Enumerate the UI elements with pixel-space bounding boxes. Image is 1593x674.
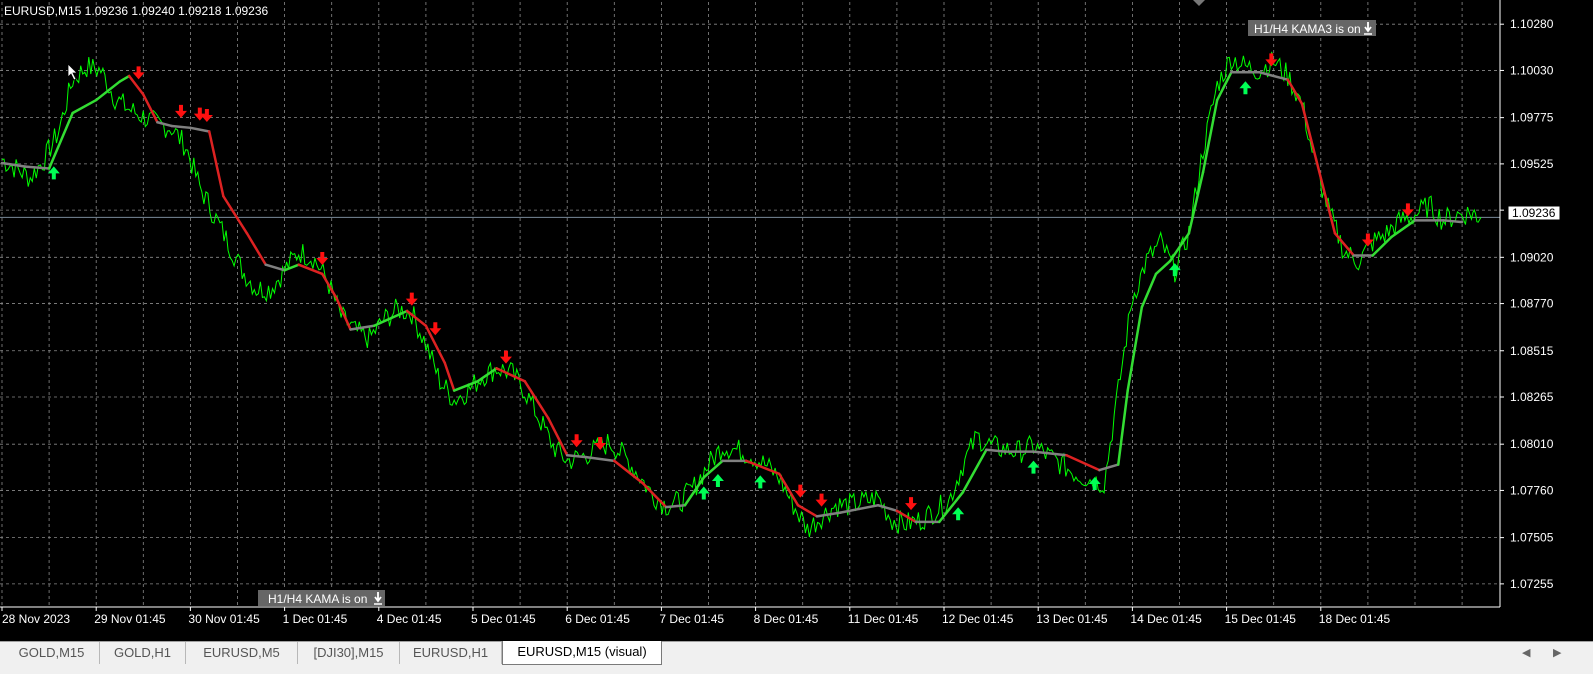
x-tick-label: 4 Dec 01:45: [377, 612, 442, 626]
x-tick-label: 6 Dec 01:45: [565, 612, 630, 626]
kama3-badge[interactable]: H1/H4 KAMA3 is on: [1248, 20, 1376, 36]
chart-tabbar: GOLD,M15 GOLD,H1 EURUSD,M5 [DJI30],M15 EURUS…: [0, 641, 1593, 674]
x-tick-label: 30 Nov 01:45: [188, 612, 260, 626]
x-tick-label: 8 Dec 01:45: [754, 612, 819, 626]
chart-window[interactable]: 1.102801.100301.097751.095251.092751.090…: [0, 0, 1593, 674]
chart-background: [0, 0, 1593, 641]
chart-header: EURUSD,M15 1.09236 1.09240 1.09218 1.092…: [4, 4, 269, 18]
tab-eurusd-h1[interactable]: EURUSD,H1: [400, 642, 502, 664]
kama3-badge-label: H1/H4 KAMA3 is on: [1254, 22, 1361, 36]
y-tick-label: 1.09775: [1510, 111, 1554, 125]
y-tick-label: 1.08010: [1510, 437, 1554, 451]
kama-badge-label: H1/H4 KAMA is on: [268, 592, 367, 606]
y-tick-label: 1.10030: [1510, 63, 1554, 77]
tab-eurusd-m5[interactable]: EURUSD,M5: [186, 642, 298, 664]
x-tick-label: 14 Dec 01:45: [1130, 612, 1202, 626]
y-tick-label: 1.09020: [1510, 250, 1554, 264]
x-tick-label: 11 Dec 01:45: [848, 612, 919, 626]
y-tick-label: 1.07255: [1510, 577, 1554, 591]
x-tick-label: 5 Dec 01:45: [471, 612, 536, 626]
y-tick-label: 1.08515: [1510, 344, 1554, 358]
x-tick-label: 7 Dec 01:45: [659, 612, 724, 626]
x-tick-label: 18 Dec 01:45: [1319, 612, 1391, 626]
x-tick-label: 1 Dec 01:45: [283, 612, 348, 626]
x-tick-label: 12 Dec 01:45: [942, 612, 1014, 626]
x-tick-label: 29 Nov 01:45: [94, 612, 166, 626]
y-tick-label: 1.07760: [1510, 483, 1554, 497]
y-tick-label: 1.08770: [1510, 297, 1554, 311]
y-tick-label: 1.07505: [1510, 531, 1554, 545]
x-tick-label: 13 Dec 01:45: [1036, 612, 1108, 626]
chevron-right-icon[interactable]: ▶: [1553, 642, 1561, 664]
y-tick-label: 1.09525: [1510, 157, 1554, 171]
price-chart[interactable]: 1.102801.100301.097751.095251.092751.090…: [0, 0, 1593, 641]
y-tick-label: 1.08265: [1510, 390, 1554, 404]
chevron-left-icon[interactable]: ◀: [1522, 642, 1530, 664]
x-tick-label: 28 Nov 2023: [2, 612, 70, 626]
y-tick-label: 1.10280: [1510, 17, 1554, 31]
x-tick-label: 15 Dec 01:45: [1225, 612, 1297, 626]
tab-gold-h1[interactable]: GOLD,H1: [100, 642, 186, 664]
current-price-label: 1.09236: [1512, 206, 1556, 220]
tab-gold-m15[interactable]: GOLD,M15: [4, 642, 100, 664]
kama-badge[interactable]: H1/H4 KAMA is on: [258, 590, 385, 606]
tab-dji30-m15[interactable]: [DJI30],M15: [298, 642, 400, 664]
tab-eurusd-m15-visual[interactable]: EURUSD,M15 (visual): [502, 641, 662, 665]
